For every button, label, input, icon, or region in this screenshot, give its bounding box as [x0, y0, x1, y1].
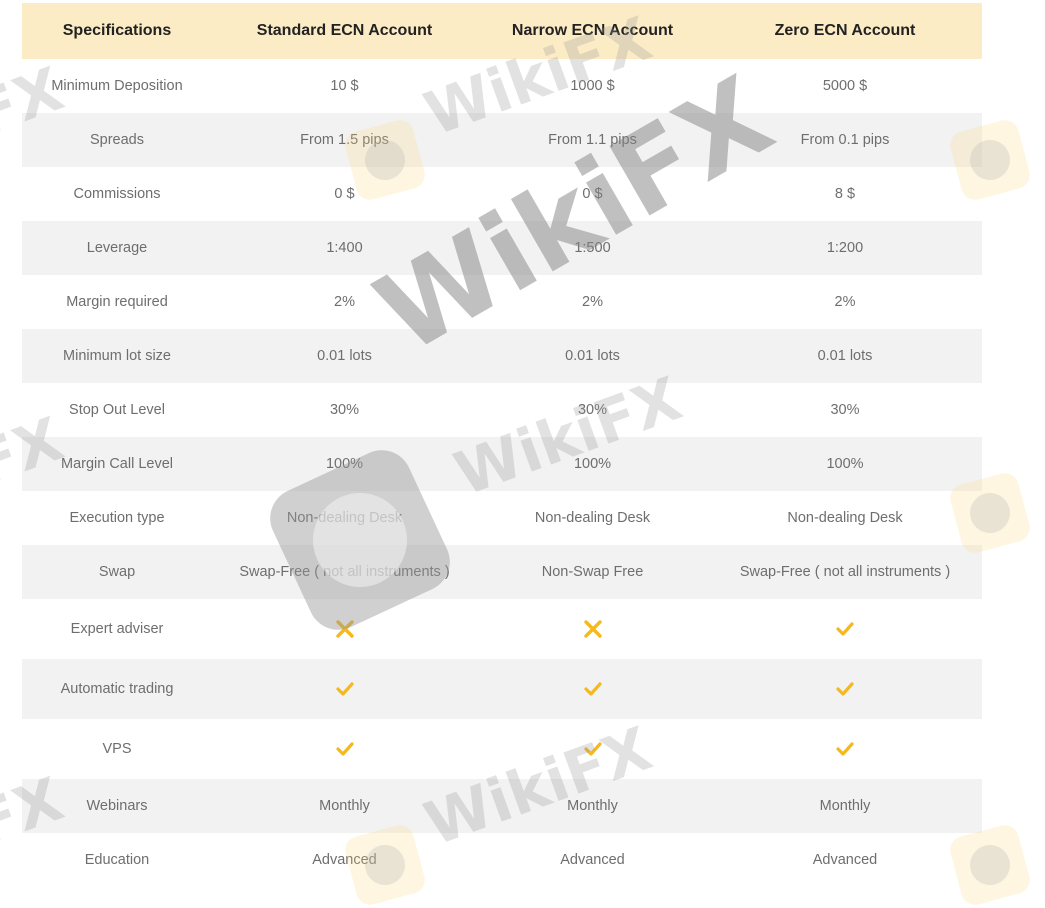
value-cell: From 1.1 pips	[548, 132, 637, 148]
value-cell: Advanced	[812, 852, 878, 868]
check-icon	[334, 678, 356, 700]
row-label: Commissions	[73, 186, 161, 202]
table-row: Minimum lot size 0.01 lots 0.01 lots 0.01 l…	[22, 329, 982, 383]
value-cell: Advanced	[312, 852, 377, 868]
table-header-row: Specifications Standard ECN Account Narr…	[22, 3, 982, 59]
feature-cell	[708, 599, 982, 659]
value-cell: Non-dealing Desk	[787, 510, 903, 526]
value-cell: Non-Swap Free	[541, 564, 644, 580]
row-label: Webinars	[86, 798, 148, 814]
value-cell: 0.01 lots	[565, 348, 620, 364]
table-row: Automatic trading	[22, 659, 982, 719]
table-row: Minimum Deposition 10 $ 1000 $ 5000 $	[22, 59, 982, 113]
row-label: Margin required	[66, 294, 168, 310]
value-cell: From 0.1 pips	[800, 132, 890, 148]
value-cell: 30%	[329, 402, 360, 418]
table-row: Education Advanced Advanced Advanced	[22, 833, 982, 887]
table-row: Swap Swap-Free ( not all instruments ) Non…	[22, 545, 982, 599]
table-row: Stop Out Level 30% 30% 30%	[22, 383, 982, 437]
value-cell: 100%	[826, 456, 864, 472]
value-cell: 2%	[834, 294, 856, 310]
header-specifications: Specifications	[62, 22, 172, 39]
check-icon	[334, 738, 356, 760]
header-zero-ecn: Zero ECN Account	[774, 22, 916, 39]
value-cell: 0 $	[334, 186, 355, 202]
row-label: Minimum lot size	[63, 348, 171, 364]
cross-icon	[334, 618, 356, 640]
check-icon	[582, 738, 604, 760]
table-row: Margin Call Level 100% 100% 100%	[22, 437, 982, 491]
table-row: Commissions 0 $ 0 $ 8 $	[22, 167, 982, 221]
feature-cell	[477, 659, 708, 719]
value-cell: 5000 $	[822, 78, 868, 94]
check-icon	[834, 738, 856, 760]
value-cell: Advanced	[560, 852, 625, 868]
value-cell: Monthly	[567, 798, 618, 814]
value-cell: Non-dealing Desk	[534, 510, 651, 526]
row-label: Spreads	[89, 132, 144, 148]
value-cell: 0.01 lots	[817, 348, 873, 364]
value-cell: 1:400	[326, 240, 363, 256]
header-narrow-ecn: Narrow ECN Account	[511, 22, 674, 39]
feature-cell	[477, 719, 708, 779]
row-label: Execution type	[69, 510, 165, 526]
feature-cell	[708, 719, 982, 779]
feature-cell	[477, 599, 708, 659]
account-comparison-table-container: Specifications Standard ECN Account Narr…	[22, 3, 982, 887]
value-cell: 1000 $	[570, 78, 615, 94]
value-cell: 100%	[573, 456, 612, 472]
header-standard-ecn: Standard ECN Account	[256, 22, 433, 39]
row-label: Margin Call Level	[60, 456, 174, 472]
row-label: Swap	[98, 564, 136, 580]
row-label: Stop Out Level	[69, 402, 165, 418]
feature-cell	[212, 719, 477, 779]
value-cell: 30%	[830, 402, 860, 418]
value-cell: Monthly	[819, 798, 871, 814]
table-row: Leverage 1:400 1:500 1:200	[22, 221, 982, 275]
table-row: Execution type Non-dealing Desk Non-dealin…	[22, 491, 982, 545]
row-label: Education	[84, 852, 150, 868]
value-cell: Swap-Free ( not all instruments )	[239, 564, 450, 580]
value-cell: 2%	[334, 294, 355, 310]
value-cell: Non-dealing Desk	[286, 510, 403, 526]
feature-cell	[708, 659, 982, 719]
table-row: Spreads From 1.5 pips From 1.1 pips From 0.…	[22, 113, 982, 167]
value-cell: Monthly	[319, 798, 370, 814]
value-cell: 10 $	[330, 78, 359, 94]
check-icon	[582, 678, 604, 700]
value-cell: 1:200	[826, 240, 864, 256]
row-label: Leverage	[86, 240, 148, 256]
cross-icon	[582, 618, 604, 640]
value-cell: 1:500	[574, 240, 611, 256]
row-label: VPS	[102, 741, 132, 757]
value-cell: 2%	[582, 294, 603, 310]
value-cell: 30%	[577, 402, 608, 418]
value-cell: Swap-Free ( not all instruments )	[739, 564, 951, 580]
row-label: Minimum Deposition	[51, 78, 183, 94]
feature-cell	[212, 659, 477, 719]
value-cell: 0.01 lots	[317, 348, 372, 364]
table-row: VPS	[22, 719, 982, 779]
table-row: Webinars Monthly Monthly Monthly	[22, 779, 982, 833]
value-cell: 8 $	[834, 186, 856, 202]
account-comparison-table: Specifications Standard ECN Account Narr…	[22, 3, 982, 887]
value-cell: 0 $	[582, 186, 603, 202]
check-icon	[834, 618, 856, 640]
table-row: Expert adviser	[22, 599, 982, 659]
feature-cell	[212, 599, 477, 659]
value-cell: From 1.5 pips	[300, 132, 389, 148]
check-icon	[834, 678, 856, 700]
row-label: Expert adviser	[70, 621, 164, 637]
table-row: Margin required 2% 2% 2%	[22, 275, 982, 329]
value-cell: 100%	[325, 456, 364, 472]
row-label: Automatic trading	[60, 681, 174, 697]
